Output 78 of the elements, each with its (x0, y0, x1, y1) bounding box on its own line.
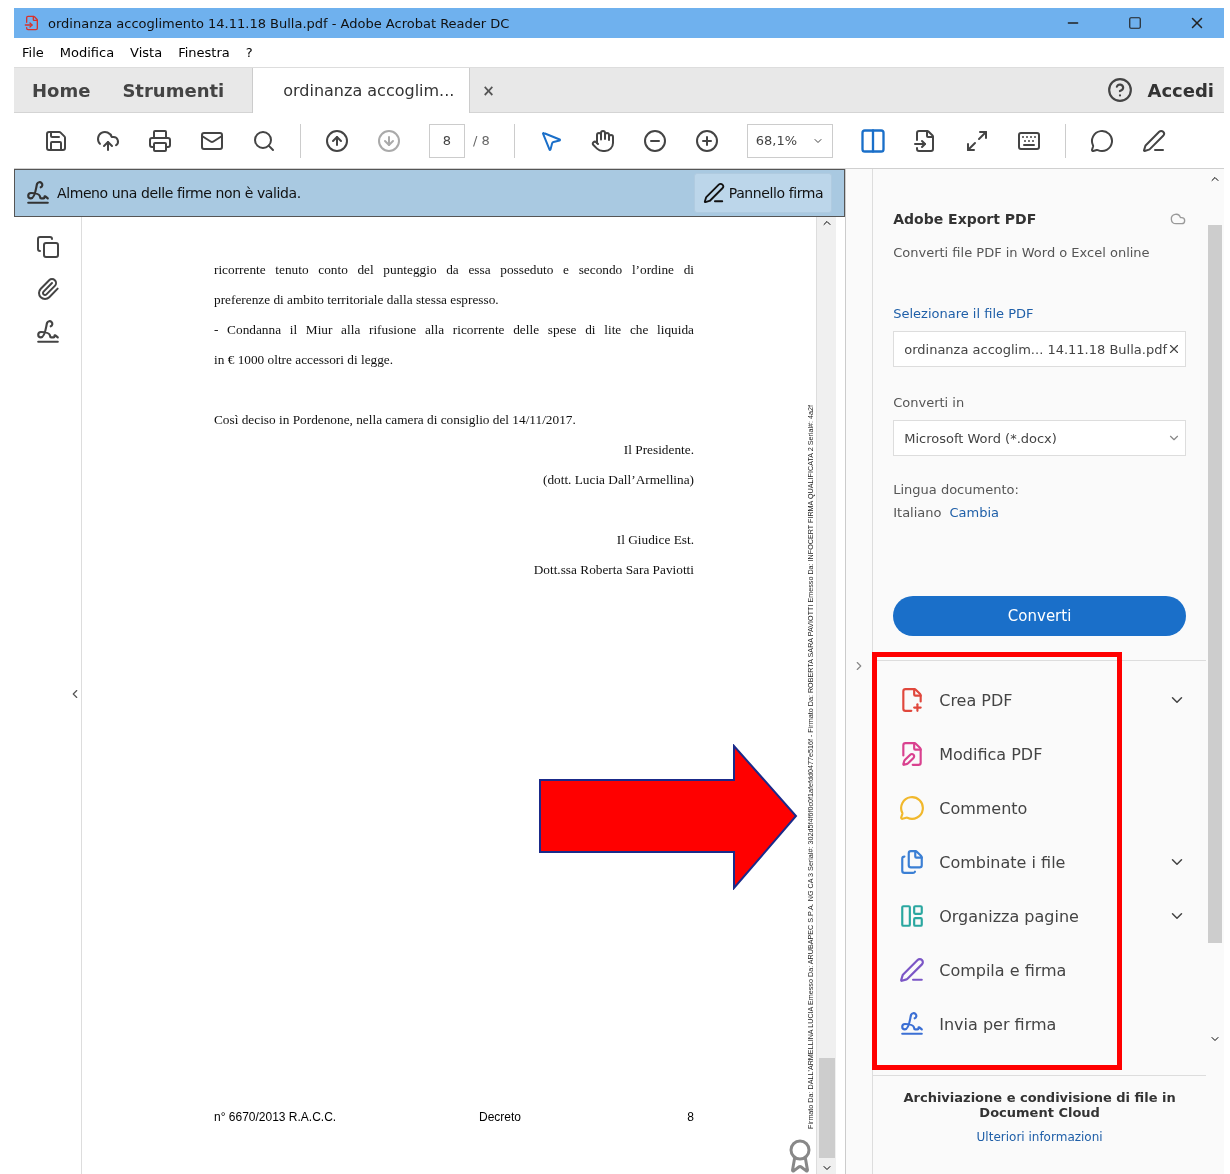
convert-button[interactable]: Converti (893, 596, 1186, 636)
tool-item[interactable]: Crea PDF (899, 673, 1186, 727)
fit-width-icon[interactable] (858, 126, 887, 155)
case-number: n° 6670/2013 R.A.C.C. (214, 1110, 338, 1124)
signature-icon (899, 1011, 926, 1037)
nav-tab[interactable]: Home (14, 68, 105, 112)
comment-icon[interactable] (1089, 128, 1114, 153)
tool-item[interactable]: Commento (899, 781, 1186, 835)
page-number: 8 (687, 1110, 694, 1124)
footer-title: Decreto (479, 1110, 523, 1124)
nav-tab[interactable]: Strumenti (104, 68, 239, 112)
cloud-upload-icon[interactable] (96, 128, 120, 153)
maximize-icon[interactable] (1128, 16, 1142, 30)
scrollbar[interactable] (816, 217, 836, 1174)
pages-icon (899, 903, 926, 929)
print-icon[interactable] (148, 128, 172, 153)
search-icon[interactable] (252, 128, 276, 153)
signature-panel-button[interactable]: Pannello firma (693, 173, 833, 213)
previous-page-icon[interactable] (325, 128, 349, 153)
menu-item[interactable]: Vista (130, 45, 163, 60)
page-total: / 8 (473, 133, 490, 148)
window-title: ordinanza accoglimento 14.11.18 Bulla.pdf - Adobe Acrobat Reader DC (48, 15, 511, 31)
page-number-field[interactable]: 8 (429, 123, 465, 158)
more-info-link[interactable]: Ulteriori informazioni (976, 1130, 1103, 1144)
menu-item[interactable]: Modifica (59, 45, 115, 60)
scroll-thumb[interactable] (1208, 225, 1222, 943)
pen-icon (899, 957, 926, 983)
cloud-icon (1170, 211, 1186, 227)
signature-warning-icon (25, 180, 51, 206)
language-label: Lingua documento: (893, 482, 1020, 497)
change-link[interactable]: Cambia (949, 505, 1000, 520)
document-line: preferenze di ambito territoriale dalla stessa espresso. (214, 291, 500, 309)
pages-icon[interactable] (35, 235, 60, 259)
signature-message: Almeno una delle firme non è valida. (57, 185, 302, 201)
document-line: in € 1000 oltre accessori di legge. (214, 351, 395, 369)
zoom-in-icon[interactable] (694, 128, 719, 153)
page-icon[interactable] (912, 128, 937, 153)
tool-item[interactable]: Modifica PDF (899, 727, 1186, 781)
highlight-pen-icon[interactable] (1141, 128, 1166, 153)
document-line: - Condanna il Miur alla rifusione alla ricorrente delle spese di lite che liquida (214, 321, 694, 339)
hand-icon[interactable] (590, 128, 615, 153)
help-icon[interactable] (1107, 77, 1134, 103)
document-line: (dott. Lucia Dall’Armellina) (542, 471, 694, 489)
pen-icon (702, 182, 725, 204)
menu-item[interactable]: Finestra (178, 45, 230, 60)
attachment-icon[interactable] (35, 277, 60, 301)
sign-in-link[interactable]: Accedi (1147, 79, 1214, 101)
menu-item[interactable]: File (22, 45, 44, 60)
tool-item[interactable]: Organizza pagine (899, 889, 1186, 943)
file-field[interactable]: ordinanza accoglim... 14.11.18 Bulla.pdf (893, 331, 1186, 367)
document-line: Il Presidente. (622, 441, 694, 459)
pdf-file-icon (24, 15, 40, 31)
language-value: Italiano (893, 505, 942, 520)
combine-files-icon (899, 849, 926, 875)
tab-label: ordinanza accoglim... (283, 81, 455, 100)
tool-item[interactable]: Compila e firma (899, 943, 1186, 997)
tool-item[interactable]: Combinate i file (899, 835, 1186, 889)
full-screen-icon[interactable] (964, 128, 989, 153)
clear-icon[interactable] (1167, 342, 1181, 356)
select-file-label: Selezionare il file PDF (893, 306, 1035, 321)
save-icon[interactable] (44, 128, 68, 153)
document-line: Il Giudice Est. (615, 531, 694, 549)
tool-item[interactable]: Invia per firma (899, 997, 1186, 1051)
close-tab-button[interactable]: × (482, 81, 495, 100)
document-line: ricorrente tenuto conto del punteggio da essa posseduto e secondo l’ordine di (214, 261, 694, 279)
scroll-thumb[interactable] (818, 1058, 835, 1158)
zoom-dropdown[interactable]: 68,1% (746, 123, 833, 158)
document-line: Dott.ssa Roberta Sara Paviotti (532, 561, 694, 579)
menu-item[interactable]: ? (245, 45, 253, 60)
cloud-text: Archiviazione e condivisione di file in Document Cloud (902, 1090, 1177, 1120)
panel-subtitle: Converti file PDF in Word o Excel online (893, 245, 1151, 260)
panel-title: Adobe Export PDF (893, 211, 1037, 227)
format-dropdown[interactable]: Microsoft Word (*.docx) (893, 420, 1186, 456)
zoom-out-icon[interactable] (642, 128, 667, 153)
convert-label: Converti in (893, 395, 966, 410)
document-line: Così deciso in Pordenone, nella camera di consiglio del 14/11/2017. (214, 411, 577, 429)
comment-icon (899, 795, 926, 821)
signature-icon[interactable] (34, 319, 61, 345)
